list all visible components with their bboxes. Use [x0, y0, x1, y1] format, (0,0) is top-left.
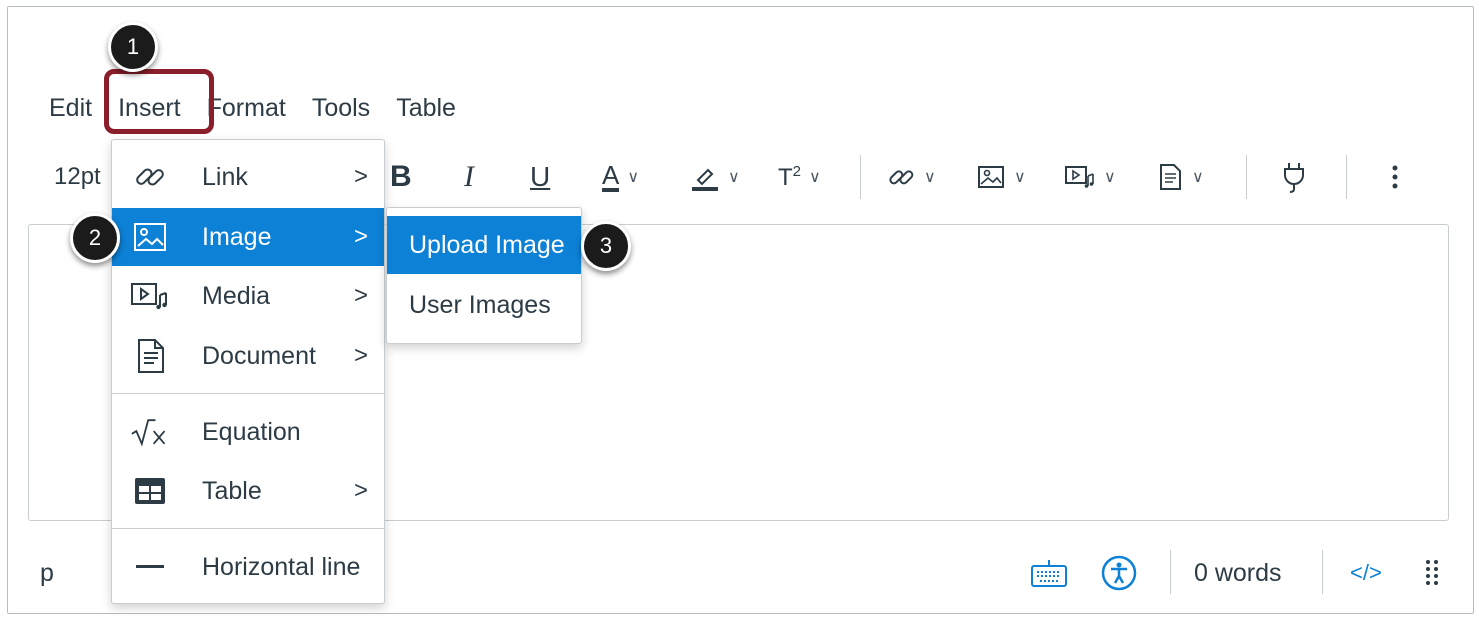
chevron-down-icon: ∨ [809, 169, 821, 186]
accessibility-icon [1100, 554, 1138, 592]
highlight-color-button[interactable]: ∨ [690, 152, 740, 202]
plugins-button[interactable] [1280, 152, 1308, 202]
bold-icon: B [390, 160, 412, 193]
drag-handle-icon [1424, 557, 1440, 589]
word-count-label: 0 words [1194, 558, 1282, 587]
menu-divider [112, 393, 384, 394]
chevron-right-icon: > [353, 477, 368, 504]
menu-edit[interactable]: Edit [36, 88, 105, 128]
underline-icon: U [530, 161, 551, 192]
menu-item-link[interactable]: Link > [112, 148, 384, 206]
submenu-item-label: Upload Image [409, 230, 565, 259]
step-callout-1: 1 [108, 22, 158, 72]
toolbar-divider [860, 155, 861, 199]
menu-item-image[interactable]: Image > [112, 208, 384, 266]
menu-divider [112, 528, 384, 529]
chevron-right-icon: > [353, 223, 368, 250]
submenu-item-label: User Images [409, 290, 551, 319]
menu-item-label: Image [202, 222, 272, 251]
more-vertical-icon [1390, 162, 1400, 192]
chevron-down-icon: ∨ [1192, 169, 1204, 186]
document-icon [130, 336, 170, 376]
chevron-down-icon: ∨ [728, 169, 740, 186]
statusbar-divider [1322, 550, 1323, 594]
toolbar-divider [1246, 155, 1247, 199]
italic-icon: I [464, 160, 474, 193]
menu-item-media[interactable]: Media > [112, 267, 384, 325]
image-submenu: Upload Image User Images [386, 207, 582, 344]
link-icon [130, 157, 170, 197]
highlighter-icon [690, 162, 720, 192]
menu-item-horizontal-line[interactable]: Horizontal line [112, 538, 384, 596]
superscript-icon: T2 [778, 162, 802, 191]
document-toolbar-button[interactable]: ∨ [1156, 152, 1204, 202]
toolbar-divider [1346, 155, 1347, 199]
chevron-down-icon: ∨ [1014, 169, 1026, 186]
media-toolbar-button[interactable]: ∨ [1064, 152, 1116, 202]
italic-button[interactable]: I [464, 152, 474, 202]
insert-menu: Link > Image > Media > Document > Equati… [111, 139, 385, 604]
word-count[interactable]: 0 words [1194, 548, 1282, 598]
step-callout-3: 3 [581, 221, 631, 271]
menu-item-label: Table [202, 476, 262, 505]
submenu-item-user-images[interactable]: User Images [387, 276, 581, 334]
font-size-value: 12pt [54, 163, 101, 190]
text-color-icon: A [602, 160, 620, 192]
menu-tools[interactable]: Tools [299, 88, 383, 128]
chevron-right-icon: > [353, 342, 368, 369]
menu-item-label: Horizontal line [202, 552, 361, 581]
keyboard-shortcuts-button[interactable] [1030, 548, 1068, 598]
menu-table[interactable]: Table [383, 88, 469, 128]
image-icon [976, 162, 1006, 192]
table-icon [130, 471, 170, 511]
link-icon [886, 162, 916, 192]
font-size-select[interactable]: 12pt [54, 152, 101, 202]
insert-highlight-box [104, 69, 214, 134]
menubar: Edit Insert Format Tools Table [36, 88, 469, 128]
menu-item-label: Media [202, 281, 271, 310]
document-icon [1156, 162, 1184, 192]
menu-item-table[interactable]: Table > [112, 462, 384, 520]
chevron-down-icon: ∨ [627, 169, 640, 186]
media-icon [130, 276, 170, 316]
statusbar-divider [1170, 550, 1171, 594]
step-callout-2: 2 [70, 213, 120, 263]
link-toolbar-button[interactable]: ∨ [886, 152, 936, 202]
accessibility-checker-button[interactable] [1100, 548, 1138, 598]
code-icon: </> [1350, 560, 1382, 585]
image-toolbar-button[interactable]: ∨ [976, 152, 1026, 202]
element-path[interactable]: p [40, 548, 54, 598]
chevron-down-icon: ∨ [924, 169, 936, 186]
menu-item-document[interactable]: Document > [112, 327, 384, 385]
chevron-right-icon: > [353, 282, 368, 309]
plug-icon [1280, 160, 1308, 194]
bold-button[interactable]: B [390, 152, 412, 202]
resize-handle[interactable] [1424, 548, 1440, 598]
chevron-right-icon: > [353, 163, 368, 190]
chevron-down-icon: ∨ [1104, 169, 1116, 186]
menu-item-label: Link [202, 162, 248, 191]
equation-icon [130, 412, 170, 452]
more-options-button[interactable] [1390, 152, 1400, 202]
menu-item-label: Equation [202, 417, 301, 446]
horizontal-line-icon [130, 547, 170, 587]
keyboard-icon [1030, 557, 1068, 589]
menu-item-label: Document [202, 341, 316, 370]
superscript-button[interactable]: T2 ∨ [778, 152, 821, 202]
html-editor-toggle[interactable]: </> [1350, 548, 1382, 598]
element-path-label: p [40, 558, 54, 587]
underline-button[interactable]: U [530, 152, 550, 202]
media-icon [1064, 162, 1096, 192]
menu-item-equation[interactable]: Equation [112, 403, 384, 461]
submenu-item-upload-image[interactable]: Upload Image [387, 216, 581, 274]
text-color-button[interactable]: A ∨ [602, 152, 639, 202]
image-icon [130, 217, 170, 257]
